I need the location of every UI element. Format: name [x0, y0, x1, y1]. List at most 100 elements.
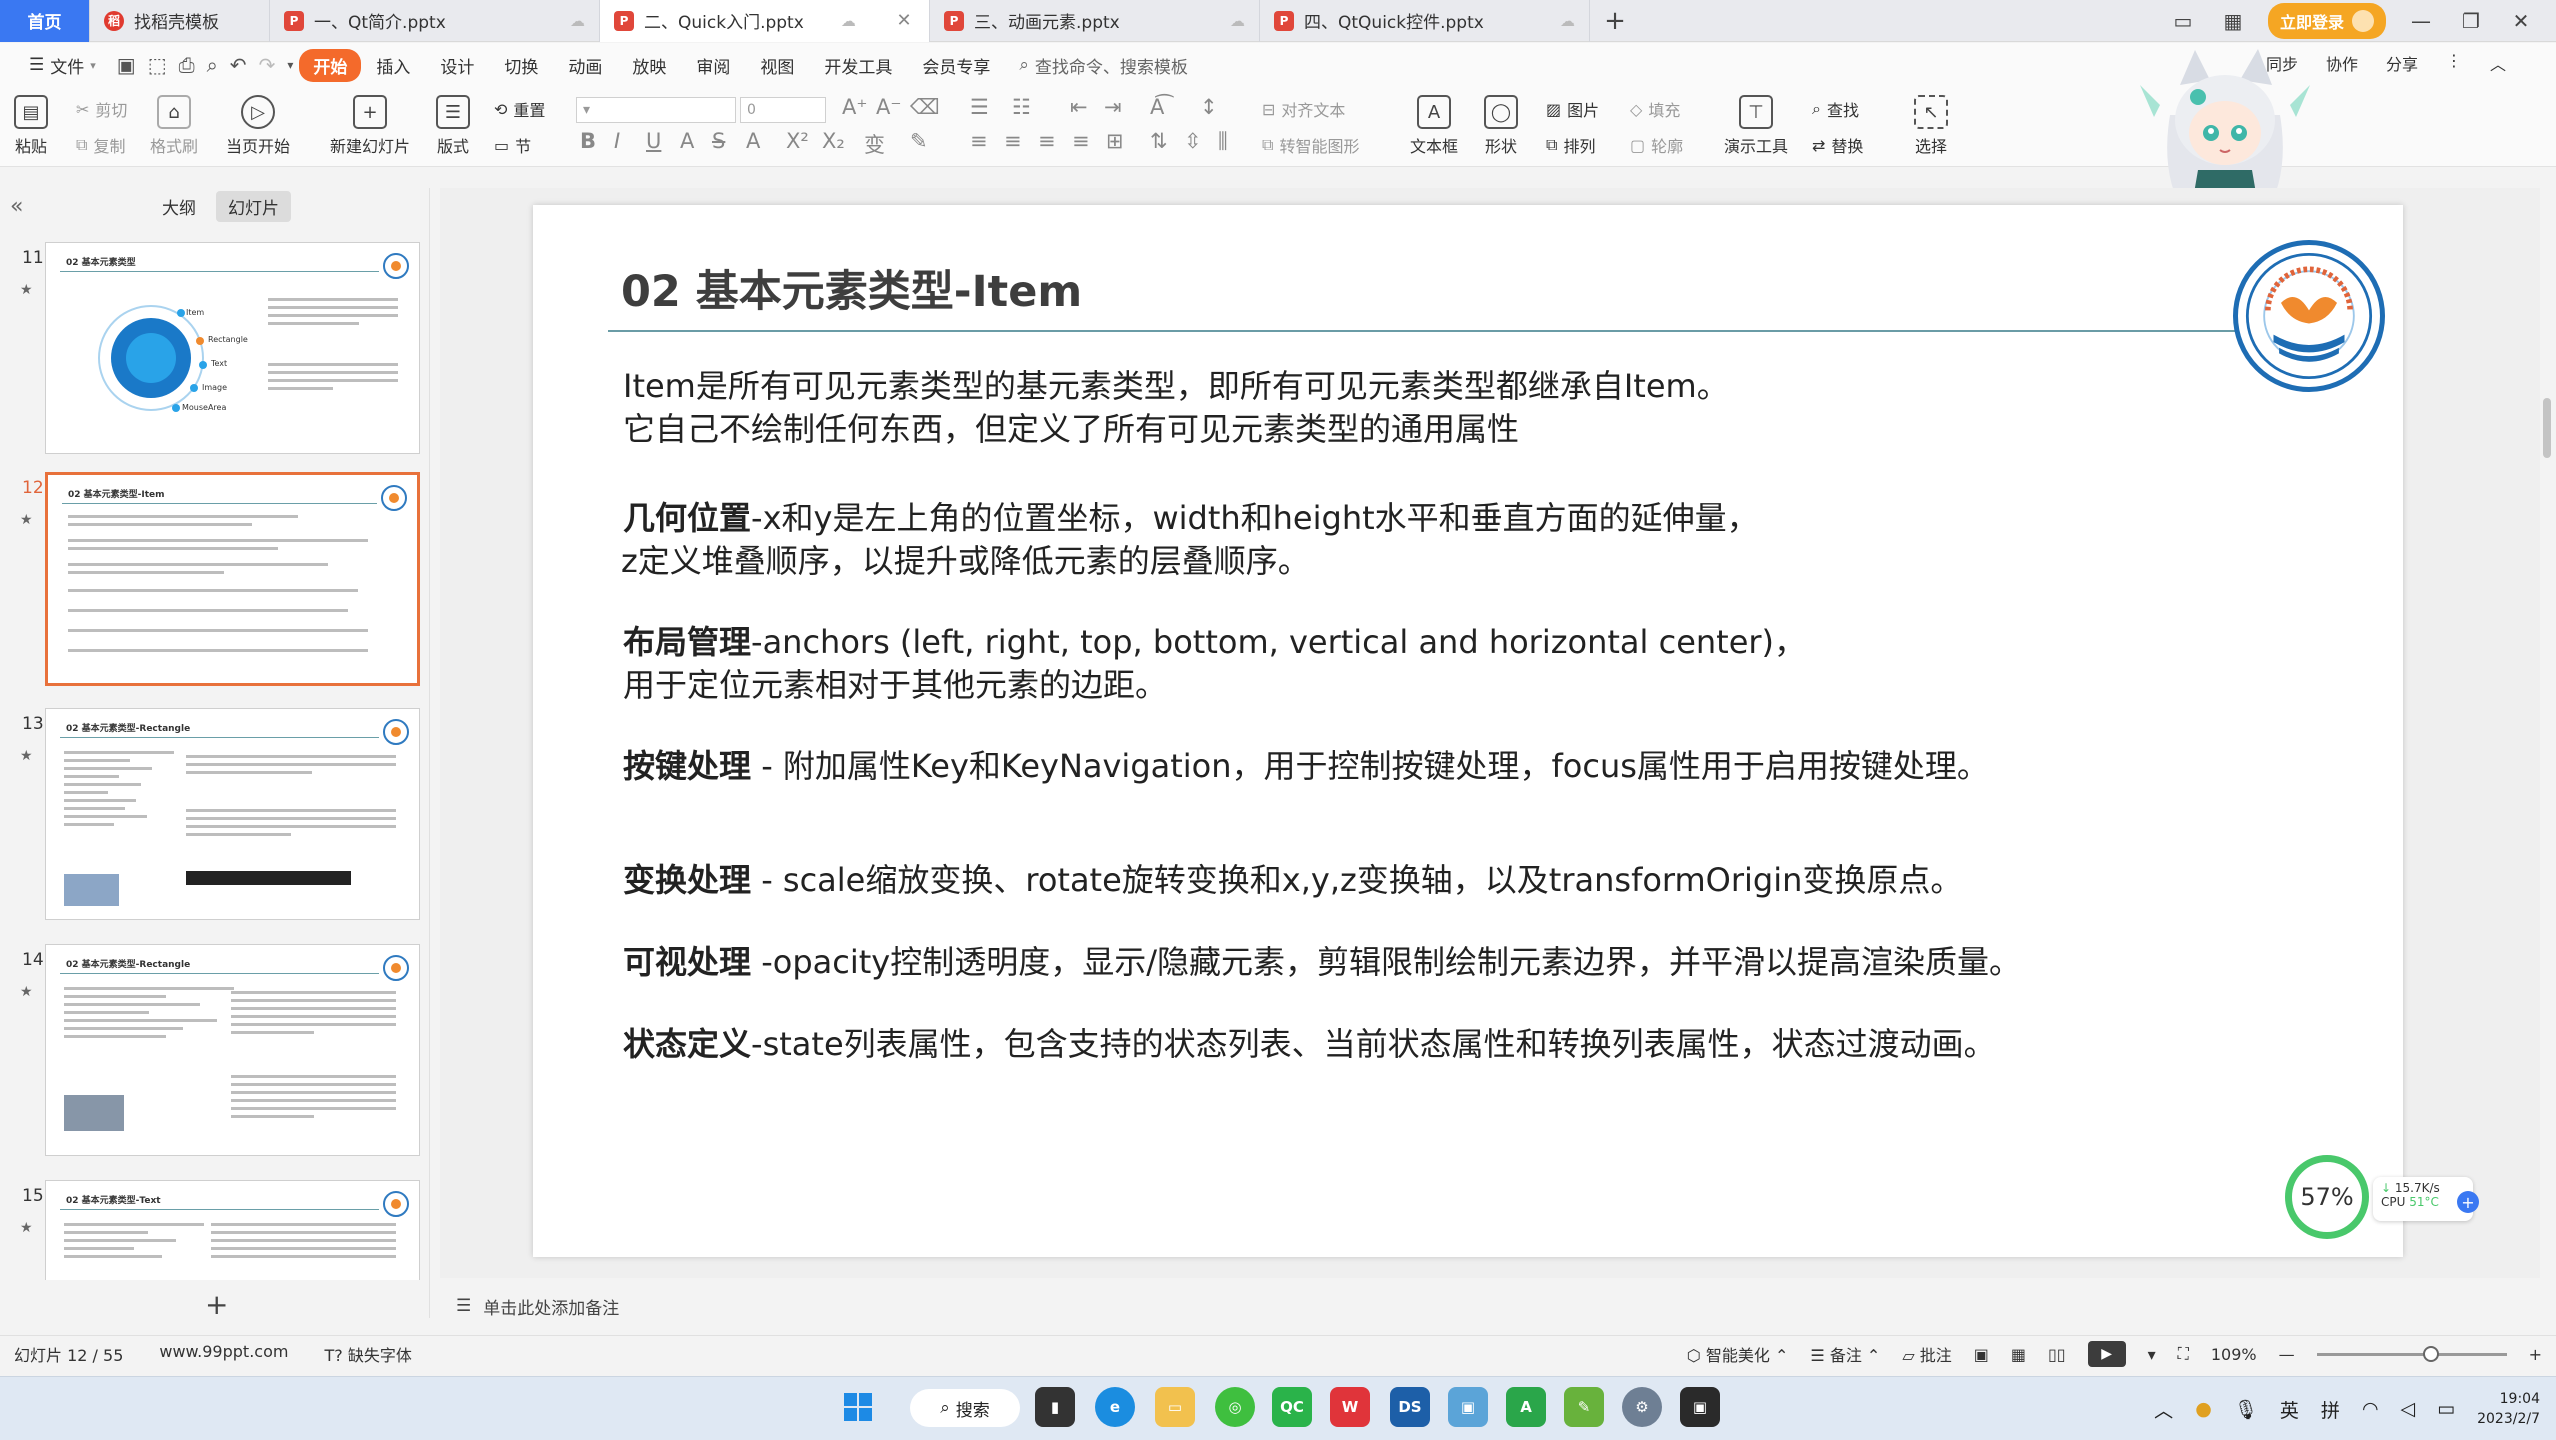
thumbnail-row-15[interactable]: 15 ★ 02 基本元素类型-Text — [0, 1180, 430, 1280]
tab-outline[interactable]: 大纲 — [150, 191, 208, 222]
wps-office-icon[interactable]: W — [1330, 1387, 1370, 1427]
strikethrough-icon[interactable]: A — [680, 129, 694, 153]
menu-tab-design[interactable]: 设计 — [425, 49, 489, 82]
screenshot-tool-icon[interactable]: ▣ — [1448, 1387, 1488, 1427]
slide-title[interactable]: 02 基本元素类型-Item — [621, 257, 1082, 319]
thumbnail-14[interactable]: 02 基本元素类型-Rectangle — [45, 944, 420, 1156]
underline-icon[interactable]: U — [646, 129, 661, 153]
print-icon[interactable]: ⎙ — [173, 53, 201, 77]
performance-widget[interactable]: 57% ↓ 15.7K/s CPU 51°C + — [2285, 1155, 2485, 1245]
thumbnail-11[interactable]: 02 基本元素类型 Item Rectangle Text Image Mous… — [45, 242, 420, 454]
menu-tab-insert[interactable]: 插入 — [361, 49, 425, 82]
sogou-input-icon[interactable]: ● — [2195, 1398, 2212, 1420]
login-button[interactable]: 立即登录 — [2267, 3, 2386, 39]
thumbnail-row-12[interactable]: 12 ★ 02 基本元素类型-Item — [0, 472, 430, 686]
copy-button[interactable]: ⧉ 复制 — [76, 133, 125, 157]
slide-sorter-icon[interactable]: ▦ — [2011, 1345, 2026, 1364]
notepad-icon[interactable]: ✎ — [1564, 1387, 1604, 1427]
increase-indent-icon[interactable]: ⇥ — [1104, 95, 1122, 119]
align-left-icon[interactable]: ≡ — [970, 129, 988, 153]
tab-doc-3[interactable]: P 三、动画元素.pptx ☁ — [930, 0, 1260, 42]
restore-icon[interactable]: ❐ — [2456, 9, 2486, 33]
line-spacing-icon[interactable]: ⇅ — [1150, 129, 1168, 153]
collapse-ribbon-icon[interactable]: ︿ — [2490, 51, 2506, 75]
thumbnail-13[interactable]: 02 基本元素类型-Rectangle — [45, 708, 420, 920]
tray-overflow-icon[interactable]: ︿ — [2154, 1396, 2173, 1423]
thumbnail-row-13[interactable]: 13 ★ 02 基本元素类型-Rectangle — [0, 708, 430, 920]
cloud-icon[interactable]: ☁ — [570, 12, 585, 30]
shadow-icon[interactable]: S — [712, 129, 725, 153]
smart-beautify-button[interactable]: ⬡ 智能美化 ⌃ — [1687, 1342, 1789, 1366]
thumbnail-row-11[interactable]: 11 ★ 02 基本元素类型 Item Rectangle Text Image… — [0, 242, 430, 454]
play-options-icon[interactable]: ▾ — [2148, 1345, 2156, 1364]
tab-slides[interactable]: 幻灯片 — [216, 190, 291, 222]
undo-icon[interactable]: ↶ — [224, 53, 253, 77]
comments-button[interactable]: ▱ 批注 — [1902, 1342, 1951, 1366]
wifi-icon[interactable]: ◠ — [2362, 1398, 2379, 1420]
fit-to-window-icon[interactable]: ⛶ — [2178, 1344, 2189, 1364]
grid-view-icon[interactable]: ▦ — [2218, 9, 2248, 33]
textbox-button[interactable]: A 文本框 — [1410, 95, 1458, 157]
section-button[interactable]: ▭ 节 — [494, 133, 531, 157]
play-slideshow-button[interactable]: ▶ — [2087, 1341, 2126, 1367]
vertical-scrollbar[interactable] — [2540, 188, 2556, 1278]
text-direction-icon[interactable]: A͡ — [1150, 95, 1164, 119]
numbering-icon[interactable]: ☷ — [1012, 95, 1031, 119]
cloud-icon[interactable]: ☁ — [1230, 12, 1245, 30]
task-view-icon[interactable]: ▮ — [1035, 1387, 1075, 1427]
ime-mode[interactable]: 拼 — [2321, 1396, 2340, 1423]
columns-icon[interactable]: ⫼ — [1218, 129, 1228, 154]
menu-tab-animation[interactable]: 动画 — [553, 49, 617, 82]
find-button[interactable]: ⌕ 查找 — [1812, 97, 1859, 121]
align-right-icon[interactable]: ≡ — [1038, 129, 1056, 153]
tab-doc-2[interactable]: P 二、Quick入门.pptx ☁ ✕ — [600, 0, 930, 42]
cut-button[interactable]: ✂ 剪切 — [76, 97, 127, 121]
zoom-level[interactable]: 109% — [2211, 1345, 2257, 1364]
justify-icon[interactable]: ≡ — [1072, 129, 1090, 153]
layout-button[interactable]: ☰ 版式 — [436, 95, 470, 157]
minimize-icon[interactable]: — — [2406, 9, 2436, 33]
microphone-icon[interactable]: 🎙 — [2234, 1398, 2258, 1421]
collaborate-button[interactable]: 协作 — [2326, 51, 2358, 75]
font-family-select[interactable]: ▾ — [576, 97, 736, 123]
zoom-slider-handle[interactable] — [2422, 1345, 2439, 1362]
file-explorer-icon[interactable]: ▭ — [1155, 1387, 1195, 1427]
preview-icon[interactable]: ⌕ — [201, 53, 224, 77]
reset-button[interactable]: ⟲ 重置 — [494, 97, 545, 121]
presentation-tools-button[interactable]: ⊤ 演示工具 — [1724, 95, 1788, 157]
save-icon[interactable]: ▣ — [111, 53, 142, 77]
command-search[interactable]: ⌕ 查找命令、搜索模板 — [1019, 53, 1188, 78]
font-color-icon[interactable]: A — [746, 129, 760, 153]
new-slide-button[interactable]: + 新建幻灯片 — [330, 95, 410, 157]
collapse-panel-icon[interactable]: « — [10, 194, 150, 219]
system-clock[interactable]: 19:04 2023/2/7 — [2477, 1389, 2540, 1429]
shape-button[interactable]: ◯ 形状 — [1484, 95, 1518, 157]
menu-tab-view[interactable]: 视图 — [745, 49, 809, 82]
shrink-font-icon[interactable]: A⁻ — [876, 95, 901, 119]
italic-icon[interactable]: I — [614, 129, 620, 153]
select-button[interactable]: ↖ 选择 — [1914, 95, 1948, 157]
taskbar-search[interactable]: ⌕ 搜索 — [910, 1389, 1020, 1427]
sort-icon[interactable]: ↕ — [1200, 95, 1218, 119]
boost-icon[interactable]: + — [2457, 1191, 2479, 1213]
align-text-button[interactable]: ⊟ 对齐文本 — [1262, 97, 1345, 121]
zoom-slider[interactable] — [2316, 1345, 2507, 1362]
play-from-current-button[interactable]: ▷ 当页开始 — [226, 95, 290, 157]
export-icon[interactable]: ⬚ — [142, 53, 173, 77]
menu-tab-member[interactable]: 会员专享 — [907, 49, 1005, 82]
picture-button[interactable]: ▨ 图片 — [1546, 97, 1599, 121]
share-button[interactable]: 分享 — [2386, 51, 2418, 75]
missing-font-button[interactable]: T? 缺失字体 — [324, 1342, 411, 1366]
template-site-link[interactable]: www.99ppt.com — [159, 1342, 288, 1366]
align-center-icon[interactable]: ≡ — [1004, 129, 1022, 153]
subscript-icon[interactable]: X₂ — [822, 129, 845, 153]
battery-icon[interactable]: ▭ — [2437, 1398, 2455, 1420]
replace-button[interactable]: ⇄ 替换 — [1812, 133, 1863, 157]
reading-mode-icon[interactable]: ▭ — [2168, 9, 2198, 33]
qt-assistant-icon[interactable]: A — [1506, 1387, 1546, 1427]
notes-bar[interactable]: ☰ 单击此处添加备注 — [440, 1290, 2540, 1322]
tab-doc-1[interactable]: P 一、Qt简介.pptx ☁ — [270, 0, 600, 42]
char-spacing-icon[interactable]: 变 — [864, 129, 885, 159]
paragraph-spacing-icon[interactable]: ⇳ — [1184, 129, 1202, 153]
scrollbar-thumb[interactable] — [2543, 398, 2551, 458]
